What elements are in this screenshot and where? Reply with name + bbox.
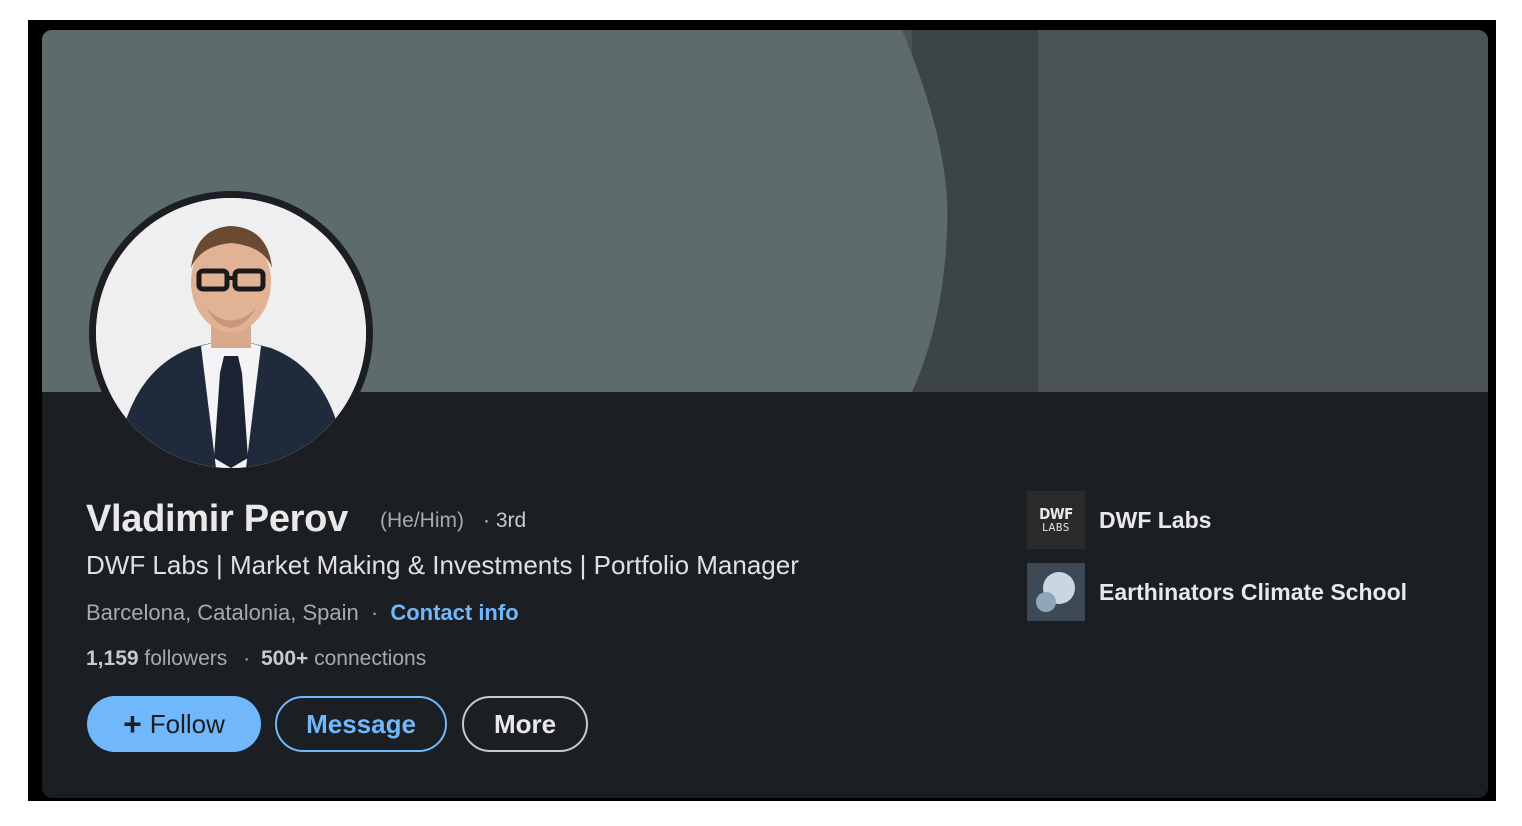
followers-label: followers (144, 647, 228, 670)
profile-headline: DWF Labs | Market Making & Investments |… (86, 550, 799, 580)
plus-icon: + (123, 706, 142, 742)
org-earthinators[interactable]: Earthinators Climate School (1027, 563, 1407, 621)
more-button-label: More (493, 708, 557, 739)
org-dwf-labs[interactable]: DWF LABS DWF Labs (1027, 491, 1211, 549)
contact-info-link[interactable]: Contact info (390, 600, 518, 625)
avatar[interactable] (96, 198, 366, 468)
profile-pronouns: (He/Him) (380, 509, 464, 532)
stats-line: 1,159 followers · 500+ connections (86, 647, 426, 671)
followers-count: 1,159 (86, 647, 139, 670)
location-line: Barcelona, Catalonia, Spain · Contact in… (86, 600, 519, 626)
org-name-dwf-labs: DWF Labs (1099, 506, 1212, 533)
dwf-labs-logo-icon: DWF LABS (1027, 491, 1085, 549)
dwf-logo-top: DWF (1039, 505, 1073, 523)
follow-button[interactable]: + Follow (87, 696, 261, 752)
profile-photo (96, 198, 366, 468)
dwf-logo-bottom: LABS (1042, 521, 1070, 534)
profile-name: Vladimir Perov (86, 498, 348, 540)
stats-separator: · (243, 647, 251, 670)
org-name-earthinators: Earthinators Climate School (1099, 578, 1408, 605)
more-button[interactable]: More (462, 696, 588, 752)
message-button-label: Message (306, 708, 416, 739)
follow-button-label: Follow (149, 708, 225, 739)
connections-label[interactable]: connections (314, 647, 426, 670)
connections-count[interactable]: 500+ (261, 647, 308, 670)
separator-dot: · (370, 600, 379, 625)
profile-card: Vladimir Perov (He/Him) · 3rd DWF Labs |… (42, 30, 1488, 798)
connection-degree: · 3rd (483, 509, 527, 532)
earthinators-logo-icon (1027, 563, 1085, 621)
profile-location: Barcelona, Catalonia, Spain (86, 600, 359, 625)
message-button[interactable]: Message (275, 696, 447, 752)
earthinators-logo-graphic (1036, 572, 1075, 612)
